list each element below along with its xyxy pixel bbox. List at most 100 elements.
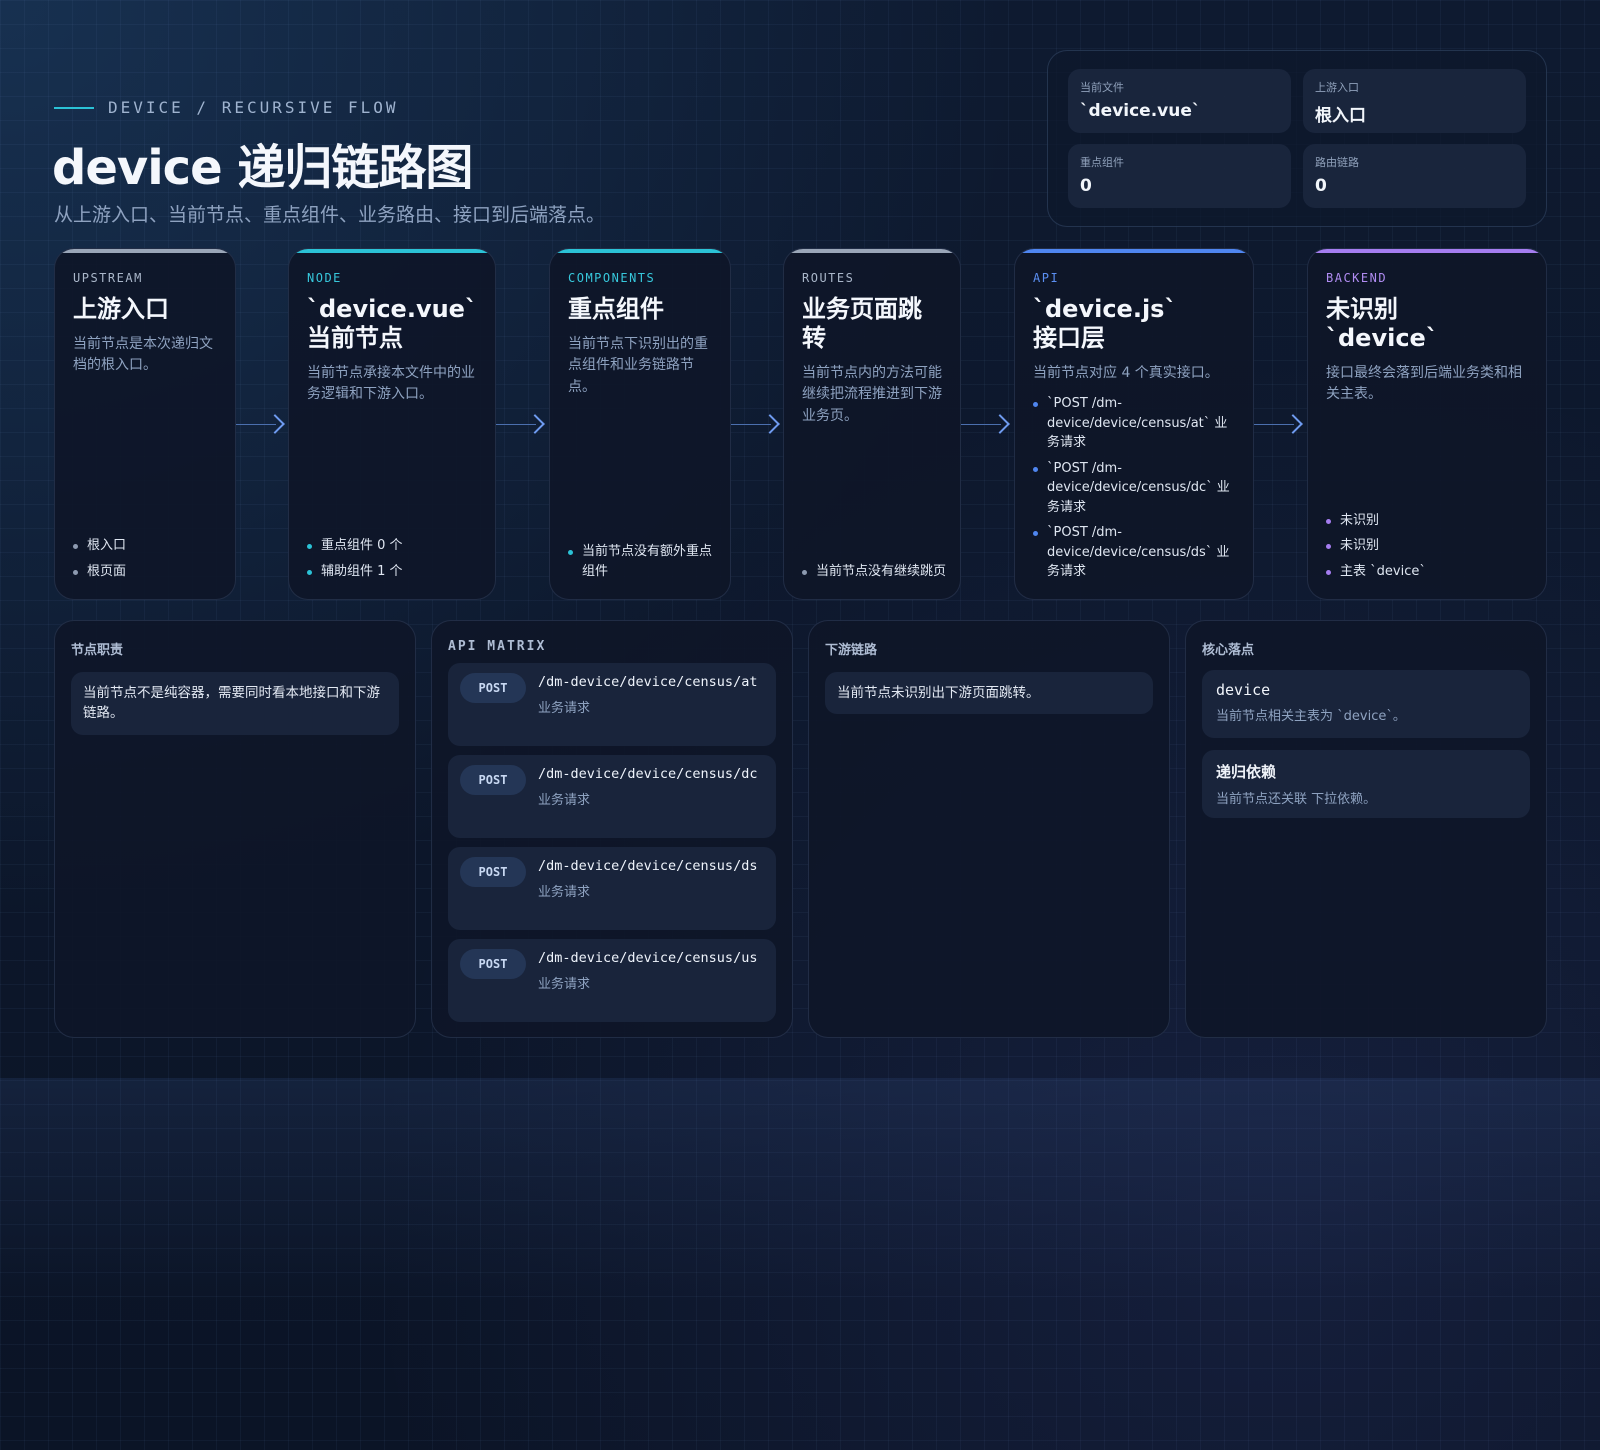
method-badge: POST bbox=[460, 765, 526, 795]
card-tag: ROUTES bbox=[802, 271, 855, 285]
flow-card-routes: ROUTES 业务页面跳转 当前节点内的方法可能继续把流程推进到下游业务页。 当… bbox=[783, 248, 961, 600]
arrow-right-icon bbox=[265, 414, 285, 434]
flow-arrow bbox=[961, 414, 1010, 434]
page: DEVICE / RECURSIVE FLOW device 递归链路图 从上游… bbox=[0, 0, 1600, 1450]
api-path: /dm-device/device/census/at bbox=[538, 674, 758, 690]
card-title-line: `device` bbox=[1326, 323, 1438, 352]
api-desc: 业务请求 bbox=[538, 700, 591, 716]
arrow-right-icon bbox=[1283, 414, 1303, 434]
stat-components: 重点组件 0 bbox=[1068, 143, 1291, 208]
method-badge: POST bbox=[460, 673, 526, 703]
flow-card-node: NODE `device.vue` 当前节点 当前节点承接本文件中的业务逻辑和下… bbox=[288, 248, 496, 600]
list-item: `POST /dm-device/device/census/dc` 业务请求 bbox=[1033, 459, 1235, 518]
flow-card-upstream: UPSTREAM 上游入口 当前节点是本次递归文档的根入口。 根入口 根页面 bbox=[54, 248, 236, 600]
arrow-right-icon bbox=[525, 414, 545, 434]
card-desc: 接口最终会落到后端业务类和相关主表。 bbox=[1326, 364, 1522, 403]
list-item: 未识别 bbox=[1326, 511, 1532, 531]
card-tag: UPSTREAM bbox=[73, 271, 143, 285]
api-desc: 业务请求 bbox=[538, 792, 591, 808]
list-item: 当前节点没有继续跳页 bbox=[802, 562, 946, 582]
card-title-line: 未识别 bbox=[1326, 295, 1398, 323]
flow-arrow bbox=[236, 414, 285, 434]
card-title-line: 当前节点 bbox=[307, 323, 403, 352]
list-item: 未识别 bbox=[1326, 536, 1532, 556]
stats-panel: 当前文件 `device.vue` 上游入口 根入口 重点组件 0 路由链路 0 bbox=[1047, 50, 1547, 227]
stat-value: `device.vue` bbox=[1080, 101, 1201, 121]
card-list: 当前节点没有继续跳页 bbox=[802, 556, 946, 582]
api-item: POST /dm-device/device/census/dc 业务请求 bbox=[448, 755, 776, 838]
card-list: `POST /dm-device/device/census/at` 业务请求 … bbox=[1033, 394, 1235, 582]
card-title: `device.vue` 当前节点 bbox=[307, 295, 477, 353]
card-list: 重点组件 0 个 辅助组件 1 个 bbox=[307, 530, 481, 581]
flow-card-backend: BACKEND 未识别 `device` 接口最终会落到后端业务类和相关主表。 … bbox=[1307, 248, 1547, 600]
core-desc: 当前节点还关联 下拉依赖。 bbox=[1216, 792, 1377, 807]
card-list: 根入口 根页面 bbox=[73, 530, 221, 581]
card-title: 上游入口 bbox=[73, 295, 169, 323]
card-title: 业务页面跳转 bbox=[802, 295, 922, 352]
panel-note: 当前节点未识别出下游页面跳转。 bbox=[825, 672, 1153, 715]
core-item: device 当前节点相关主表为 `device`。 bbox=[1202, 670, 1530, 738]
page-subtitle: 从上游入口、当前节点、重点组件、业务路由、接口到后端落点。 bbox=[54, 204, 606, 226]
method-badge: POST bbox=[460, 949, 526, 979]
eyebrow-text: DEVICE / RECURSIVE FLOW bbox=[108, 98, 399, 117]
card-title: 未识别 `device` bbox=[1326, 295, 1528, 353]
stat-value: 0 bbox=[1315, 175, 1327, 196]
card-desc: 当前节点下识别出的重点组件和业务链路节点。 bbox=[568, 335, 708, 396]
list-item: 根入口 bbox=[73, 536, 221, 556]
flow-card-api: API `device.js` 接口层 当前节点对应 4 个真实接口。 `POS… bbox=[1014, 248, 1254, 600]
list-item: 根页面 bbox=[73, 562, 221, 582]
arrow-right-icon bbox=[760, 414, 780, 434]
card-title: 重点组件 bbox=[568, 295, 664, 323]
eyebrow: DEVICE / RECURSIVE FLOW bbox=[54, 98, 399, 117]
core-title: device bbox=[1216, 681, 1271, 699]
stat-label: 当前文件 bbox=[1080, 81, 1124, 94]
flow-arrow bbox=[731, 414, 780, 434]
api-item: POST /dm-device/device/census/us 业务请求 bbox=[448, 939, 776, 1022]
api-item: POST /dm-device/device/census/ds 业务请求 bbox=[448, 847, 776, 930]
eyebrow-line bbox=[54, 106, 94, 109]
card-title-line: `device.vue` bbox=[307, 295, 477, 323]
card-desc: 当前节点是本次递归文档的根入口。 bbox=[73, 335, 213, 374]
panel-core: 核心落点 device 当前节点相关主表为 `device`。 递归依赖 当前节… bbox=[1185, 620, 1547, 1038]
core-item: 递归依赖 当前节点还关联 下拉依赖。 bbox=[1202, 750, 1530, 818]
api-path: /dm-device/device/census/ds bbox=[538, 858, 758, 874]
core-desc: 当前节点相关主表为 `device`。 bbox=[1216, 709, 1406, 724]
stat-value: 0 bbox=[1080, 175, 1092, 196]
panel-note: 当前节点不是纯容器，需要同时看本地接口和下游链路。 bbox=[71, 672, 399, 735]
api-path: /dm-device/device/census/dc bbox=[538, 766, 758, 782]
flow-card-components: COMPONENTS 重点组件 当前节点下识别出的重点组件和业务链路节点。 当前… bbox=[549, 248, 731, 600]
card-title: `device.js` 接口层 bbox=[1033, 295, 1235, 353]
card-desc: 当前节点对应 4 个真实接口。 bbox=[1033, 364, 1219, 381]
panel-downstream: 下游链路 当前节点未识别出下游页面跳转。 bbox=[808, 620, 1170, 1038]
api-desc: 业务请求 bbox=[538, 884, 591, 900]
card-title-line: 接口层 bbox=[1033, 323, 1105, 352]
list-item: 辅助组件 1 个 bbox=[307, 562, 481, 582]
stat-label: 重点组件 bbox=[1080, 155, 1124, 169]
card-desc: 当前节点内的方法可能继续把流程推进到下游业务页。 bbox=[802, 364, 942, 424]
card-tag: BACKEND bbox=[1326, 271, 1388, 285]
card-tag: COMPONENTS bbox=[568, 271, 656, 285]
method-badge: POST bbox=[460, 857, 526, 887]
stat-upstream: 上游入口 根入口 bbox=[1303, 69, 1526, 133]
card-tag: NODE bbox=[307, 271, 342, 285]
list-item: 当前节点没有额外重点组件 bbox=[568, 542, 716, 581]
card-title-line: `device.js` bbox=[1033, 295, 1177, 323]
stat-current-file: 当前文件 `device.vue` bbox=[1068, 69, 1291, 133]
list-item: 主表 `device` bbox=[1326, 562, 1532, 582]
flow-arrow bbox=[1254, 414, 1303, 434]
card-tag: API bbox=[1033, 271, 1060, 285]
api-path: /dm-device/device/census/us bbox=[538, 950, 758, 966]
stat-value: 根入口 bbox=[1315, 106, 1366, 126]
core-title: 递归依赖 bbox=[1216, 763, 1277, 781]
panel-heading: API MATRIX bbox=[448, 639, 547, 654]
stat-label: 上游入口 bbox=[1315, 81, 1359, 94]
panel-heading: 核心落点 bbox=[1202, 643, 1255, 658]
list-item: `POST /dm-device/device/census/ds` 业务请求 bbox=[1033, 523, 1235, 582]
api-desc: 业务请求 bbox=[538, 976, 591, 992]
panel-api-matrix: API MATRIX POST /dm-device/device/census… bbox=[431, 620, 793, 1038]
panel-heading: 下游链路 bbox=[825, 643, 878, 658]
page-title: device 递归链路图 bbox=[52, 140, 473, 196]
list-item: `POST /dm-device/device/census/at` 业务请求 bbox=[1033, 394, 1235, 453]
card-list: 未识别 未识别 主表 `device` bbox=[1326, 505, 1532, 582]
list-item: 重点组件 0 个 bbox=[307, 536, 481, 556]
